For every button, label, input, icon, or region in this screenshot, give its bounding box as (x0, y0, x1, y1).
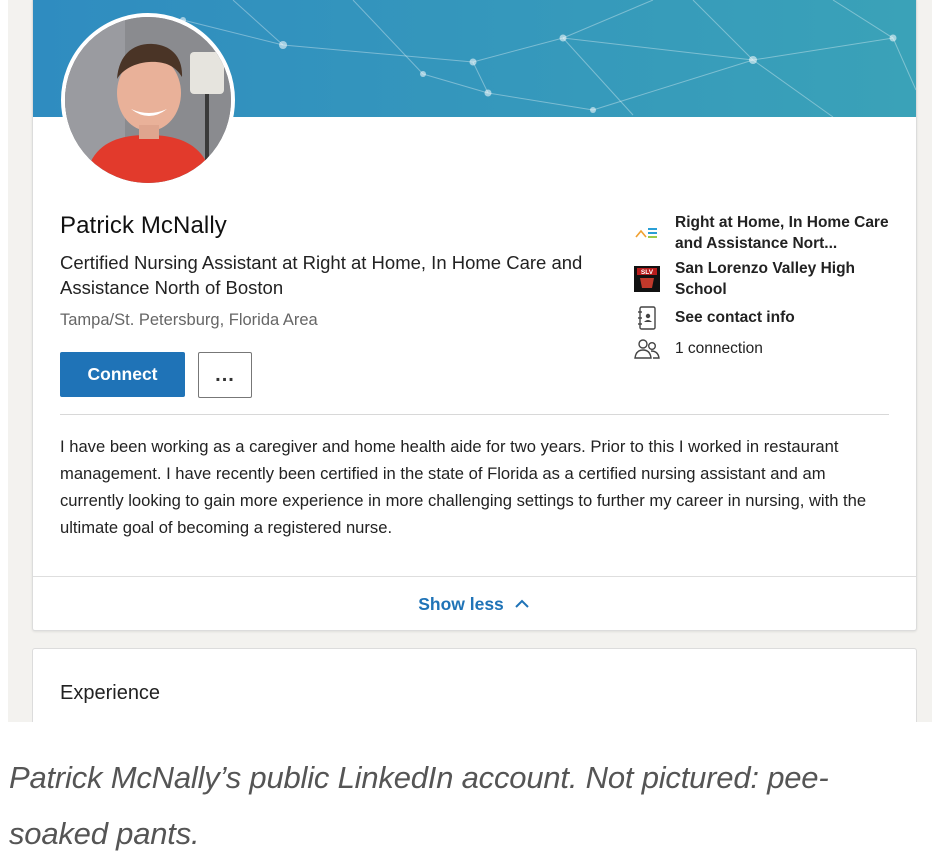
profile-photo[interactable] (61, 13, 235, 187)
connections-count[interactable]: 1 connection (675, 338, 895, 359)
more-actions-button[interactable]: ... (198, 352, 252, 398)
connections-icon (633, 337, 661, 361)
company-logo-icon[interactable] (633, 220, 661, 244)
chevron-up-icon (515, 599, 529, 608)
more-actions-label: ... (215, 363, 235, 386)
show-less-bar: Show less (33, 576, 916, 630)
profile-headline: Certified Nursing Assistant at Right at … (60, 252, 583, 298)
school-logo-lettering: SLV (641, 269, 654, 276)
connect-button[interactable]: Connect (60, 352, 185, 397)
show-less-label: Show less (418, 593, 504, 614)
section-divider (60, 414, 889, 415)
school-logo-icon[interactable]: SLV (633, 266, 661, 292)
profile-name: Patrick McNally (60, 212, 227, 239)
experience-card: Experience (32, 648, 917, 722)
profile-summary: I have been working as a caregiver and h… (60, 437, 867, 537)
image-caption: Patrick McNally’s public LinkedIn accoun… (9, 760, 829, 851)
profile-photo-illustration (65, 17, 231, 183)
profile-location: Tampa/St. Petersburg, Florida Area (60, 311, 318, 329)
contact-info-link[interactable]: See contact info (675, 307, 895, 328)
profile-card: Patrick McNally Certified Nursing Assist… (32, 0, 917, 631)
show-less-button[interactable]: Show less (418, 594, 531, 615)
school-link[interactable]: San Lorenzo Valley High School (675, 258, 895, 300)
screenshot-area: Patrick McNally Certified Nursing Assist… (8, 0, 932, 722)
experience-title: Experience (60, 682, 161, 704)
contact-card-icon (633, 306, 661, 330)
company-link[interactable]: Right at Home, In Home Care and Assistan… (675, 212, 895, 254)
